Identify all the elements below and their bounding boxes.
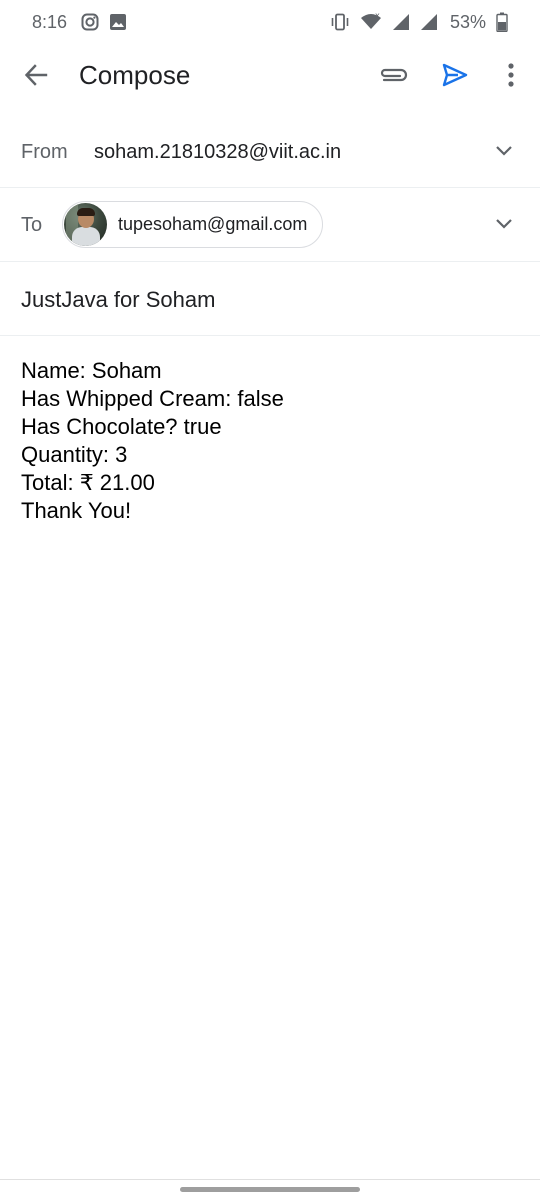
attachment-icon <box>378 67 408 88</box>
subject-field[interactable]: JustJava for Soham <box>21 287 215 313</box>
send-icon <box>441 62 469 93</box>
status-bar: 8:16 x 53% <box>0 0 540 44</box>
recipient-chip[interactable]: tupesoham@gmail.com <box>62 201 324 248</box>
from-account[interactable]: soham.21810328@viit.ac.in <box>94 141 341 164</box>
body-line: Thank You! <box>21 498 132 523</box>
body-line: Total: ₹ 21.00 <box>21 470 155 495</box>
send-button[interactable] <box>438 60 472 94</box>
body-line: Name: Soham <box>21 358 162 383</box>
avatar <box>64 203 107 246</box>
vibrate-icon <box>330 13 350 31</box>
more-vert-icon <box>507 62 515 93</box>
battery-percent: 53% <box>449 11 486 32</box>
signal-icon <box>420 13 438 31</box>
instagram-icon <box>81 13 99 31</box>
recipient-email: tupesoham@gmail.com <box>118 214 308 234</box>
chevron-down-icon[interactable] <box>490 210 518 238</box>
back-arrow-icon <box>23 62 49 93</box>
gesture-nav-bar[interactable] <box>180 1187 360 1192</box>
status-right: x 53% <box>330 12 508 33</box>
from-row: From soham.21810328@viit.ac.in <box>0 114 540 188</box>
subject-row: JustJava for Soham <box>0 262 540 336</box>
to-label: To <box>21 214 43 236</box>
message-body[interactable]: Name: Soham Has Whipped Cream: false Has… <box>21 357 521 525</box>
battery-icon <box>496 12 508 32</box>
signal-icon <box>392 13 410 31</box>
back-button[interactable] <box>20 61 52 93</box>
body-line: Has Whipped Cream: false <box>21 386 284 411</box>
status-time: 8:16 <box>32 11 68 32</box>
chevron-down-icon[interactable] <box>490 137 518 165</box>
to-row: To tupesoham@gmail.com <box>0 188 540 262</box>
page-title: Compose <box>79 60 191 90</box>
wifi-icon: x <box>360 13 382 31</box>
body-line: Has Chocolate? true <box>21 414 222 439</box>
more-options-button[interactable] <box>500 61 522 93</box>
svg-text:x: x <box>375 13 380 20</box>
gallery-icon <box>109 13 127 31</box>
status-left: 8:16 <box>32 12 127 33</box>
body-line: Quantity: 3 <box>21 442 128 467</box>
from-label: From <box>21 141 68 163</box>
bottom-divider <box>0 1179 540 1180</box>
app-bar: Compose <box>0 44 540 110</box>
attach-button[interactable] <box>376 61 410 93</box>
